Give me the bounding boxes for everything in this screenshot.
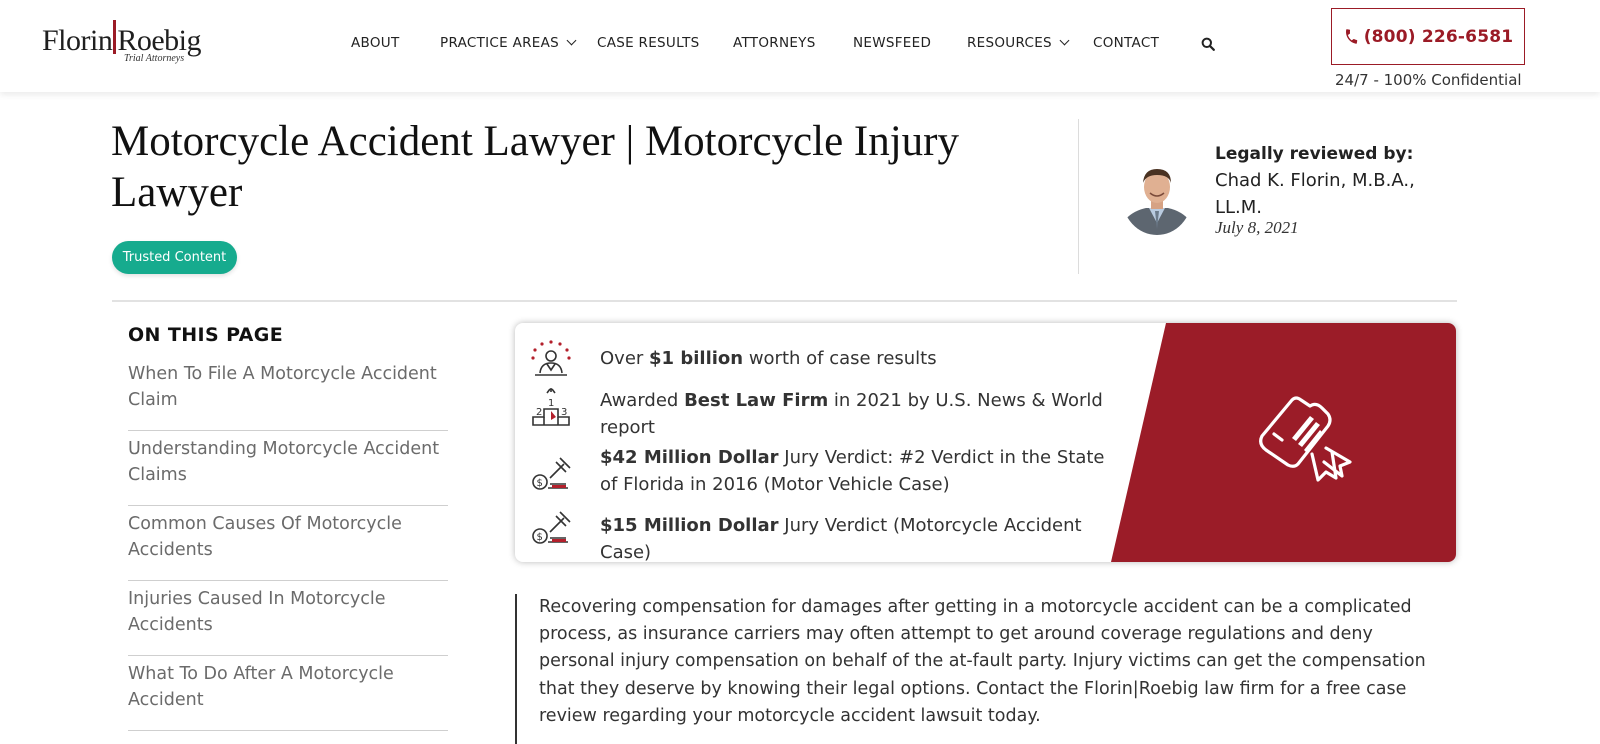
toc-list: When To File A Motorcycle Accident Claim… — [128, 356, 448, 731]
chevron-down-icon — [566, 35, 577, 46]
gavel-money-icon: $ — [532, 511, 571, 544]
review-date: July 8, 2021 — [1215, 218, 1299, 237]
highlight-text: $15 Million Dollar Jury Verdict (Motorcy… — [600, 515, 1082, 562]
trusted-content-badge[interactable]: Trusted Content — [112, 241, 237, 274]
client-stars-icon — [531, 340, 571, 376]
toc-link[interactable]: What To Do After A Motorcycle Accident — [128, 656, 448, 731]
svg-text:$: $ — [537, 478, 543, 489]
page-title: Motorcycle Accident Lawyer | Motorcycle … — [111, 118, 959, 216]
nav-about[interactable]: ABOUT — [351, 35, 400, 51]
toc-link[interactable]: Understanding Motorcycle Accident Claims — [128, 431, 448, 506]
podium-icon: 2 1 3 — [532, 388, 570, 426]
chevron-down-icon — [1059, 35, 1070, 46]
nav-attorneys[interactable]: ATTORNEYS — [733, 35, 816, 51]
logo-divider — [113, 20, 117, 54]
highlight-item: $ $42 Million Dollar Jury Verdict: #2 Ve… — [530, 444, 1105, 500]
confidential-note: 24/7 - 100% Confidential — [1335, 71, 1522, 89]
reviewed-by-label: Legally reviewed by: — [1215, 144, 1414, 164]
highlight-item: 2 1 3 Awarded Best Law Firm in 2021 by U… — [530, 385, 1103, 441]
svg-text:2: 2 — [536, 407, 542, 418]
quote-bar — [515, 594, 517, 744]
section-divider — [112, 300, 1457, 302]
highlight-item: Over $1 billion worth of case results — [530, 339, 1090, 379]
nav-practice-areas[interactable]: PRACTICE AREAS — [440, 35, 577, 51]
toc-link[interactable]: Injuries Caused In Motorcycle Accidents — [128, 581, 448, 656]
highlight-text: Awarded Best Law Firm in 2021 by U.S. Ne… — [600, 390, 1103, 438]
search-icon[interactable] — [1201, 37, 1215, 51]
toc-link[interactable]: Common Causes Of Motorcycle Accidents — [128, 506, 448, 581]
highlight-item: $ $15 Million Dollar Jury Verdict (Motor… — [530, 506, 1090, 562]
reviewer-name[interactable]: Chad K. Florin, M.B.A., LL.M. — [1215, 167, 1455, 221]
nav-newsfeed[interactable]: NEWSFEED — [853, 35, 931, 51]
award-ribbon-icon — [1259, 396, 1352, 482]
toc-title: ON THIS PAGE — [128, 324, 284, 346]
logo-tagline: Trial Attorneys — [124, 53, 185, 64]
toc-link[interactable]: When To File A Motorcycle Accident Claim — [128, 356, 448, 431]
nav-case-results[interactable]: CASE RESULTS — [597, 35, 700, 51]
nav-contact[interactable]: CONTACT — [1093, 35, 1159, 51]
vertical-divider — [1078, 119, 1079, 274]
svg-text:1: 1 — [548, 398, 554, 409]
phone-icon — [1345, 29, 1357, 44]
gavel-money-icon: $ — [532, 457, 571, 490]
call-button[interactable]: (800) 226-6581 — [1331, 8, 1525, 65]
svg-text:$: $ — [537, 532, 543, 543]
phone-number: (800) 226-6581 — [1363, 26, 1514, 47]
nav-resources[interactable]: RESOURCES — [967, 35, 1070, 51]
svg-text:3: 3 — [561, 407, 567, 418]
site-header: Florin Roebig Trial Attorneys ABOUT PRACT… — [0, 0, 1600, 92]
intro-paragraph: Recovering compensation for damages afte… — [539, 597, 1426, 726]
highlight-text: Over $1 billion worth of case results — [600, 348, 937, 369]
site-logo[interactable]: Florin Roebig Trial Attorneys — [42, 20, 222, 68]
reviewer-avatar — [1122, 159, 1192, 235]
highlights-card: Over $1 billion worth of case results 2 … — [515, 323, 1456, 562]
highlight-text: $42 Million Dollar Jury Verdict: #2 Verd… — [600, 447, 1105, 495]
